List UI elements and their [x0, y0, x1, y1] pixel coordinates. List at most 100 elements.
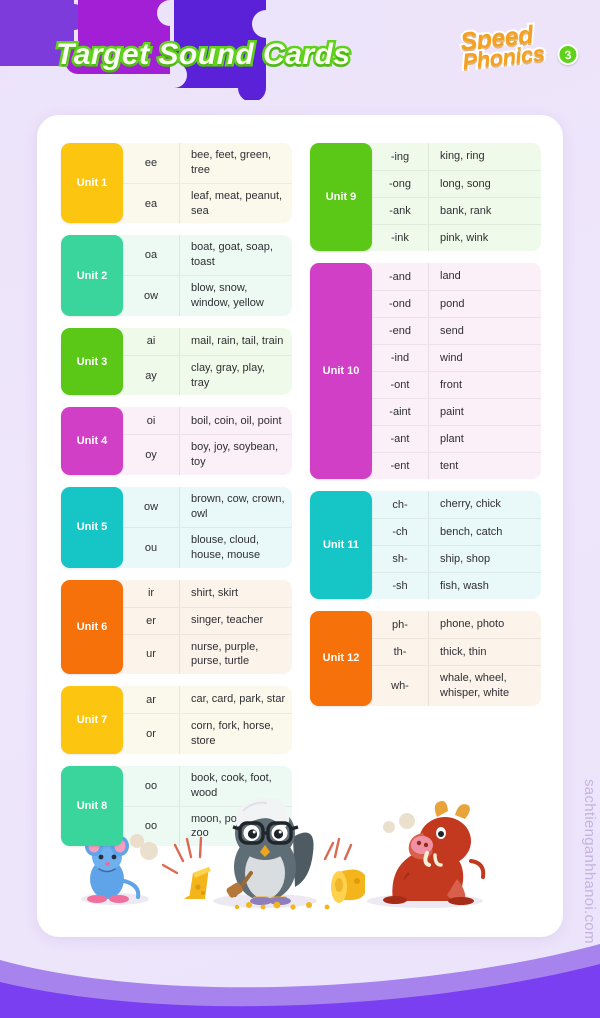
page-root: Target Sound Cards Speed Phonics 3 Unit … — [0, 0, 600, 1018]
sound-cell: -ing — [390, 150, 410, 163]
unit-block: Unit 1 ee bee, feet, green, tree ea leaf, me… — [61, 143, 292, 224]
words-cell: king, ring — [428, 143, 541, 170]
words-cell: corn, fork, horse, store — [179, 714, 292, 754]
sound-cell: th- — [393, 646, 407, 658]
words-cell: nurse, purple, purse, turtle — [179, 634, 292, 675]
unit-tab-unit-3[interactable]: Unit 3 — [61, 327, 123, 396]
sound-cell: -sh — [392, 580, 408, 592]
table-row: oy boy, joy, soybean, toy — [123, 434, 292, 476]
table-row: ar car, card, park, star — [123, 686, 292, 714]
unit-tab-unit-12[interactable]: Unit 12 — [310, 611, 372, 706]
unit-tab-unit-8[interactable]: Unit 8 — [61, 765, 123, 847]
table-row: oa boat, goat, soap, toast — [123, 235, 292, 276]
unit-rows: ai mail, rain, tail, train ay clay, gray, p… — [119, 327, 292, 396]
table-row: -ing king, ring — [372, 143, 541, 170]
sound-cell: oy — [145, 449, 157, 462]
table-row: wh-whale, wheel, whisper, white — [372, 665, 541, 706]
words-cell: wind — [428, 345, 541, 371]
table-row: er singer, teacher — [123, 606, 292, 634]
unit-tab-unit-5[interactable]: Unit 5 — [61, 487, 123, 568]
words-cell: bench, catch — [428, 519, 541, 545]
unit-rows: ir shirt, skirt er singer, teacher ur nurse, … — [119, 579, 292, 675]
sound-cell: ay — [145, 369, 157, 382]
words-cell: mail, rain, tail, train — [179, 327, 292, 355]
sound-cell: -aint — [389, 406, 411, 418]
sound-cell: -ch — [392, 526, 408, 538]
left-column: Unit 1 ee bee, feet, green, tree ea leaf, me… — [61, 143, 292, 847]
unit-rows: oi boil, coin, oil, point oy boy, joy, soyb… — [119, 407, 292, 476]
sound-cell: sh- — [392, 553, 408, 565]
unit-rows: ow brown, cow, crown, owl ou blouse, cloud,… — [119, 487, 292, 568]
sound-cell: er — [146, 614, 156, 627]
table-row: ou blouse, cloud, house, mouse — [123, 526, 292, 568]
sound-cell: -end — [388, 325, 412, 337]
unit-block: Unit 4 oi boil, coin, oil, point oy boy, joy… — [61, 407, 292, 476]
sound-cell: wh- — [391, 679, 409, 692]
unit-block: Unit 5 ow brown, cow, crown, owl ou blouse, … — [61, 487, 292, 568]
right-column: Unit 9 -ing king, ring -ong long, song -ank ba… — [310, 143, 541, 846]
words-cell: fish, wash — [428, 573, 541, 599]
unit-tab-unit-7[interactable]: Unit 7 — [61, 686, 123, 754]
words-cell: boat, goat, soap, toast — [179, 235, 292, 276]
unit-block: Unit 7 ar car, card, park, star or corn, for… — [61, 686, 292, 754]
bottom-wave-decoration — [0, 888, 600, 1018]
unit-block: Unit 2 oa boat, goat, soap, toast ow blow, s… — [61, 235, 292, 316]
words-cell: shirt, skirt — [179, 579, 292, 607]
unit-tab-unit-10[interactable]: Unit 10 — [310, 263, 372, 479]
table-row: -ink pink, wink — [372, 224, 541, 251]
sound-cell: -ind — [390, 352, 410, 364]
sound-cell: ou — [144, 541, 158, 554]
unit-rows: -and land -ond pond -end send -ind wind -ont fron… — [368, 263, 541, 479]
sound-cell: -ond — [388, 298, 412, 310]
words-cell: long, song — [428, 171, 541, 197]
sound-cell: ow — [143, 500, 159, 513]
table-row: -aint paint — [372, 398, 541, 425]
unit-tab-unit-11[interactable]: Unit 11 — [310, 491, 372, 599]
sound-cell: -ink — [391, 232, 409, 244]
words-cell: bank, rank — [428, 198, 541, 224]
unit-block: Unit 6 ir shirt, skirt er singer, teacher ur n… — [61, 579, 292, 675]
table-row: ai mail, rain, tail, train — [123, 327, 292, 355]
table-row: -ent tent — [372, 452, 541, 479]
table-row: -ank bank, rank — [372, 197, 541, 224]
words-cell: boy, joy, soybean, toy — [179, 435, 292, 476]
sound-cell: ph- — [392, 618, 408, 631]
table-row: ch-cherry, chick — [372, 491, 541, 518]
sound-cell: -ont — [390, 379, 410, 391]
table-row: ay clay, gray, play, tray — [123, 354, 292, 396]
content-card: Unit 1 ee bee, feet, green, tree ea leaf, me… — [37, 115, 563, 937]
sound-cell: ar — [146, 693, 156, 706]
table-row: -and land — [372, 263, 541, 290]
unit-columns: Unit 1 ee bee, feet, green, tree ea leaf, me… — [37, 115, 563, 847]
sound-cell: -ant — [390, 433, 410, 445]
table-row: -ch bench, catch — [372, 518, 541, 545]
page-title: Target Sound Cards — [54, 36, 353, 74]
words-cell: whale, wheel, whisper, white — [428, 666, 541, 706]
words-cell: plant — [428, 426, 541, 452]
unit-block: Unit 9 -ing king, ring -ong long, song -ank ba… — [310, 143, 541, 251]
unit-block: Unit 3 ai mail, rain, tail, train ay clay, g… — [61, 327, 292, 396]
table-row: ow brown, cow, crown, owl — [123, 487, 292, 527]
table-row: ir shirt, skirt — [123, 579, 292, 607]
words-cell: pink, wink — [428, 225, 541, 251]
unit-rows: -ing king, ring -ong long, song -ank bank, ra… — [368, 143, 541, 251]
words-cell: singer, teacher — [179, 607, 292, 634]
sound-cell: ch- — [392, 498, 408, 511]
sound-cell: oi — [146, 414, 156, 427]
unit-rows: ch-cherry, chick -ch bench, catch sh-ship, … — [368, 491, 541, 599]
unit-block: Unit 12 ph-phone, photo th-thick, thin wh-w… — [310, 611, 541, 706]
unit-tab-unit-2[interactable]: Unit 2 — [61, 235, 123, 316]
unit-tab-unit-4[interactable]: Unit 4 — [61, 407, 123, 476]
unit-tab-unit-9[interactable]: Unit 9 — [310, 143, 372, 251]
unit-rows: ph-phone, photo th-thick, thin wh-whale, w… — [368, 611, 541, 706]
unit-tab-unit-1[interactable]: Unit 1 — [61, 143, 123, 224]
table-row: oi boil, coin, oil, point — [123, 407, 292, 435]
unit-rows: ee bee, feet, green, tree ea leaf, meat, pe… — [119, 143, 292, 224]
table-row: -ant plant — [372, 425, 541, 452]
table-row: -ong long, song — [372, 170, 541, 197]
sound-cell: ea — [144, 197, 158, 210]
sound-cell: ur — [146, 648, 156, 661]
unit-tab-unit-6[interactable]: Unit 6 — [61, 579, 123, 675]
sound-cell: ir — [147, 587, 155, 599]
sound-cell: -ank — [389, 205, 411, 217]
